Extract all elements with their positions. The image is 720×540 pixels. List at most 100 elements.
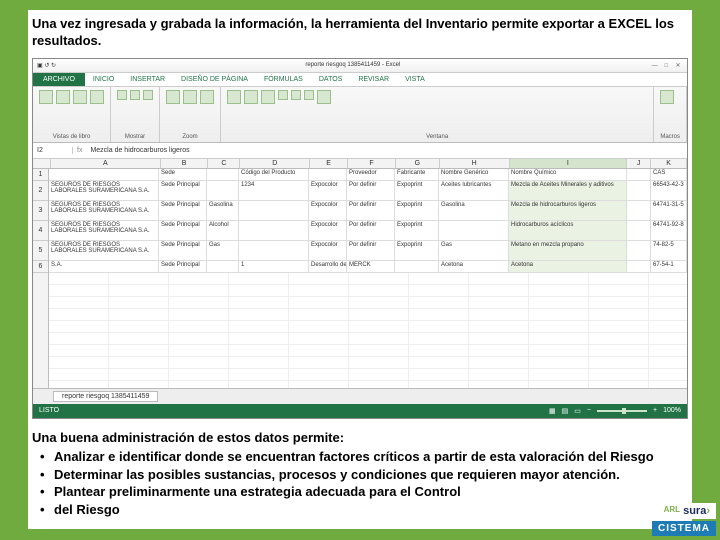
col-a[interactable]: A xyxy=(51,159,161,168)
row-4[interactable]: 4 xyxy=(33,221,48,241)
logo-sura-text: sura xyxy=(683,505,706,517)
row-6[interactable]: 6 xyxy=(33,261,48,273)
zoom100-icon[interactable] xyxy=(183,90,197,104)
macros-icon[interactable] xyxy=(660,90,674,104)
col-f[interactable]: F xyxy=(348,159,396,168)
table-row: SEGUROS DE RIESGOS LABORALES SURAMERICAN… xyxy=(49,201,687,221)
switch-windows-icon[interactable] xyxy=(317,90,331,104)
formula-bar: I2 fx Mezcla de hidrocarburos ligeros xyxy=(33,143,687,159)
tab-file[interactable]: ARCHIVO xyxy=(33,73,85,86)
table-row: SEGUROS DE RIESGOS LABORALES SURAMERICAN… xyxy=(49,181,687,201)
col-k[interactable]: K xyxy=(651,159,687,168)
gridlines-icon[interactable] xyxy=(130,90,140,100)
row-5[interactable]: 5 xyxy=(33,241,48,261)
empty-cells[interactable] xyxy=(49,273,687,388)
qat-placeholder: ▣ ↺ ↻ xyxy=(37,62,56,69)
pagebreak-view-icon[interactable] xyxy=(56,90,70,104)
ribbon: Vistas de libro Mostrar Zoom xyxy=(33,87,687,143)
window-buttons: — □ ✕ xyxy=(650,62,683,69)
col-c[interactable]: C xyxy=(208,159,240,168)
ribbon-label-macros: Macros xyxy=(660,134,680,140)
col-e[interactable]: E xyxy=(310,159,348,168)
excel-window: ▣ ↺ ↻ reporte riesgoq 1385411459 - Excel… xyxy=(32,58,688,419)
tab-layout[interactable]: DISEÑO DE PÁGINA xyxy=(173,73,256,86)
col-i[interactable]: I xyxy=(510,159,628,168)
close-button[interactable]: ✕ xyxy=(673,62,683,69)
ribbon-group-macros: Macros xyxy=(654,87,687,142)
ribbon-label-views: Vistas de libro xyxy=(39,134,104,140)
bullet-item: del Riesgo xyxy=(32,501,688,519)
outro-heading: Una buena administración de estos datos … xyxy=(32,429,688,447)
table-row: SEGUROS DE RIESGOS LABORALES SURAMERICAN… xyxy=(49,241,687,261)
ribbon-group-window: Ventana xyxy=(221,87,654,142)
select-all-corner[interactable] xyxy=(33,159,51,168)
ribbon-group-views: Vistas de libro xyxy=(33,87,111,142)
table-row: SEGUROS DE RIESGOS LABORALES SURAMERICAN… xyxy=(49,221,687,241)
col-b[interactable]: B xyxy=(161,159,209,168)
col-h[interactable]: H xyxy=(440,159,510,168)
minimize-button[interactable]: — xyxy=(650,63,660,69)
unhide-icon[interactable] xyxy=(304,90,314,100)
zoom-icon[interactable] xyxy=(166,90,180,104)
sheet-body: 1 2 3 4 5 6 Sede Código del Producto Pro… xyxy=(33,169,687,388)
ribbon-tabs: ARCHIVO INICIO INSERTAR DISEÑO DE PÁGINA… xyxy=(33,73,687,87)
new-window-icon[interactable] xyxy=(227,90,241,104)
custom-view-icon[interactable] xyxy=(90,90,104,104)
grid[interactable]: Sede Código del Producto Proveedor Fabri… xyxy=(49,169,687,388)
zoom-out-icon[interactable]: − xyxy=(587,407,591,414)
view-normal-icon[interactable]: ▦ xyxy=(549,407,556,415)
ruler-icon[interactable] xyxy=(117,90,127,100)
tab-data[interactable]: DATOS xyxy=(311,73,350,86)
intro-text: Una vez ingresada y grabada la informaci… xyxy=(28,10,692,58)
col-g[interactable]: G xyxy=(396,159,440,168)
logo-cistema: CISTEMA xyxy=(652,521,716,536)
ribbon-label-show: Mostrar xyxy=(117,134,153,140)
maximize-button[interactable]: □ xyxy=(661,63,671,69)
zoom-selection-icon[interactable] xyxy=(200,90,214,104)
column-headers: A B C D E F G H I J K xyxy=(33,159,687,169)
headings-icon[interactable] xyxy=(143,90,153,100)
tab-insert[interactable]: INSERTAR xyxy=(122,73,173,86)
tab-view[interactable]: VISTA xyxy=(397,73,433,86)
zoom-percent[interactable]: 100% xyxy=(663,407,681,414)
pagelayout-view-icon[interactable] xyxy=(73,90,87,104)
view-pagelayout-icon[interactable]: ▤ xyxy=(562,407,569,415)
logo-sura: ARL sura› xyxy=(658,503,716,519)
col-j[interactable]: J xyxy=(627,159,651,168)
zoom-slider[interactable] xyxy=(597,410,647,412)
col-d[interactable]: D xyxy=(240,159,310,168)
tab-formulas[interactable]: FÓRMULAS xyxy=(256,73,311,86)
freeze-icon[interactable] xyxy=(261,90,275,104)
row-2[interactable]: 2 xyxy=(33,181,48,201)
zoom-in-icon[interactable]: + xyxy=(653,407,657,414)
fx-label[interactable]: fx xyxy=(73,147,86,154)
view-pagebreak-icon[interactable]: ▭ xyxy=(574,407,581,415)
ribbon-group-show: Mostrar xyxy=(111,87,160,142)
window-title: reporte riesgoq 1385411459 - Excel xyxy=(305,62,400,68)
status-bar: LISTO ▦ ▤ ▭ − + 100% xyxy=(33,404,687,418)
row-headers: 1 2 3 4 5 6 xyxy=(33,169,49,388)
sheet-tabs: reporte riesgoq 1385411459 xyxy=(33,388,687,404)
tab-review[interactable]: REVISAR xyxy=(350,73,397,86)
split-icon[interactable] xyxy=(278,90,288,100)
normal-view-icon[interactable] xyxy=(39,90,53,104)
hide-icon[interactable] xyxy=(291,90,301,100)
outro-block: Una buena administración de estos datos … xyxy=(28,425,692,529)
arrange-icon[interactable] xyxy=(244,90,258,104)
row-1[interactable]: 1 xyxy=(33,169,48,181)
logo-arl-text: ARL xyxy=(664,505,680,514)
status-left: LISTO xyxy=(39,407,59,414)
row-3[interactable]: 3 xyxy=(33,201,48,221)
logos: ARL sura› CISTEMA xyxy=(652,503,716,536)
ribbon-label-zoom: Zoom xyxy=(166,134,214,140)
header-row: Sede Código del Producto Proveedor Fabri… xyxy=(49,169,687,181)
slide-content: Una vez ingresada y grabada la informaci… xyxy=(28,10,692,529)
ribbon-group-zoom: Zoom xyxy=(160,87,221,142)
ribbon-label-window: Ventana xyxy=(227,134,647,140)
sheet-tab[interactable]: reporte riesgoq 1385411459 xyxy=(53,391,158,402)
name-box[interactable]: I2 xyxy=(33,147,73,154)
tab-home[interactable]: INICIO xyxy=(85,73,122,86)
formula-content[interactable]: Mezcla de hidrocarburos ligeros xyxy=(86,147,193,154)
bullet-item: Determinar las posibles sustancias, proc… xyxy=(32,466,688,484)
bullet-item: Plantear preliminarmente una estrategia … xyxy=(32,483,688,501)
